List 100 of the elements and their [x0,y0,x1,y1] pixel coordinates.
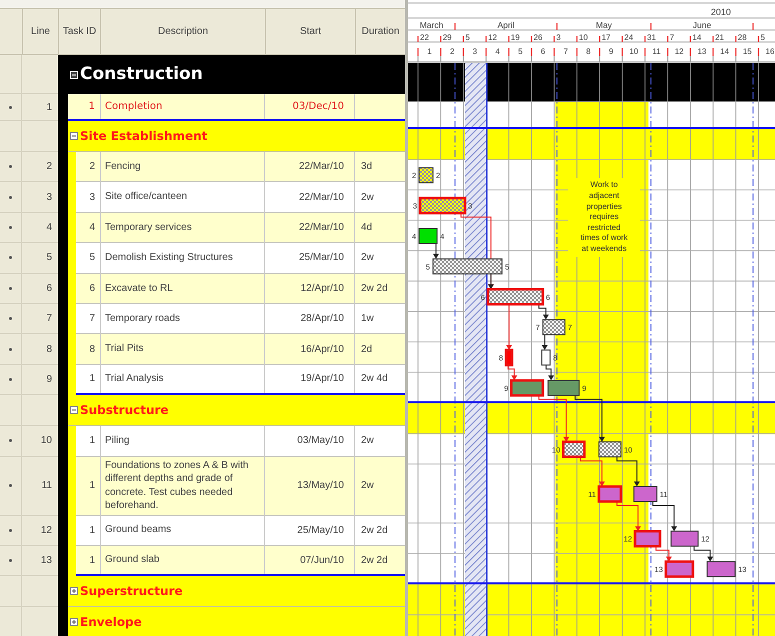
column-header[interactable]: Task ID [58,9,100,54]
week-date: 24 [624,33,634,42]
week-date: 21 [715,33,724,42]
week-number: 11 [652,47,661,56]
group-title: Envelope [80,614,142,632]
table-cell: Completion [100,94,265,119]
group-title: Substructure [80,402,169,420]
row-marker-icon [9,348,12,351]
expand-icon[interactable] [70,587,78,596]
row-marker-icon [9,256,12,260]
week-number: 3 [472,47,478,56]
dependency-arrow [655,546,672,562]
table-cell: Excavate to RL [100,274,265,303]
table-row[interactable]: 5 Demolish Existing Structures 25/Mar/10 2w [76,243,405,274]
week-date: 26 [534,33,542,42]
week-number: 7 [563,47,568,56]
week-date: 5 [760,33,765,42]
collapse-icon[interactable] [70,406,78,414]
dependency-arrow [538,394,570,442]
table-row[interactable]: 7 Temporary roads 28/Apr/10 1w [76,304,405,334]
table-row[interactable]: 4 Temporary services 22/Mar/10 4d [76,212,405,244]
table-cell: 28/Apr/10 [265,304,355,334]
dependency-arrow [616,501,641,532]
table-cell: 12/Apr/10 [265,274,355,303]
table-row[interactable]: 1 Completion 03/Dec/10 [68,94,405,121]
dependency-arrow [616,456,640,487]
week-date: 17 [602,33,610,42]
line-number: 7 [46,312,52,326]
table-cell: Foundations to zones A & B with different depths and grade of concrete. Test cubes needed beforehand. [100,456,265,515]
dependency-arrow [652,501,678,532]
week-number: 4 [495,47,500,56]
table-cell: Ground beams [100,516,265,545]
week-number: 9 [608,47,614,56]
month-label: May [596,20,612,30]
week-date: 5 [465,33,470,42]
table-cell-text: 1 [88,479,96,494]
table-row[interactable]: 8 Trial Pits 16/Apr/10 2d [76,334,405,365]
table-cell: 03/May/10 [265,426,355,456]
week-date: 19 [510,33,520,42]
table-row[interactable]: 2 Fencing 22/Mar/10 3d [76,152,405,182]
row-marker-icon [9,196,12,199]
week-number: 16 [766,47,774,56]
table-row[interactable]: 1 Foundations to zones A & B with different depths and grade of concrete. Test cubes needed beforehand. 13/May/10 2w [76,456,405,516]
table-cell: Fencing [100,152,265,182]
table-cell-text: 1 [88,554,96,568]
table-cell: 19/Apr/10 [265,364,355,394]
table-cell-text: 3d [360,160,374,174]
week-number: 15 [742,47,752,56]
table-cell-text: 2w 2d [360,554,389,568]
dependency-arrow [508,364,518,380]
table-cell-text: 2w [360,479,375,494]
table-cell-text: 2 [88,160,96,174]
table-cell-text: 2w [360,434,375,448]
row-marker-icon [9,165,12,168]
table-row[interactable]: 1 Ground beams 25/May/10 2w 2d [76,516,405,546]
table-row[interactable]: 6 Excavate to RL 12/Apr/10 2w 2d [76,274,405,304]
week-number: 1 [427,47,432,56]
collapse-icon[interactable] [70,132,78,140]
dependency-arrow [546,364,554,380]
week-number: 10 [629,47,638,56]
week-number: 5 [518,47,523,56]
table-cell-text: 7 [88,312,96,326]
week-date: 3 [556,33,561,42]
line-number: 1 [46,100,52,114]
table-row[interactable]: 3 Site office/canteen 22/Mar/10 2w [76,182,405,213]
dependency-arrow [542,334,548,350]
table-row[interactable]: 1 Trial Analysis 19/Apr/10 2w 4d [76,364,405,396]
column-header[interactable]: Description [100,9,265,54]
table-cell: 16/Apr/10 [265,334,355,364]
dependency-arrow [506,304,512,350]
month-label: March [420,20,444,30]
row-marker-icon [9,106,12,108]
week-date: 28 [738,33,747,42]
table-cell-text: 6 [88,282,96,296]
line-number: 2 [46,160,52,174]
line-number: 9 [46,372,52,387]
column-header[interactable]: Line [22,9,58,54]
table-cell-text: 4d [360,220,374,235]
table-cell: Temporary roads [100,304,265,334]
table-cell-text: 5 [88,251,96,266]
week-date: 29 [442,33,452,42]
table-cell-text: 1 [88,372,96,386]
row-marker-icon [9,226,12,229]
table-cell-text: 2w 4d [360,372,389,386]
row-marker-icon [9,559,12,562]
table-row[interactable]: 1 Ground slab 07/Jun/10 2w 2d [76,546,405,576]
table-cell: 25/Mar/10 [265,243,355,273]
week-date: 14 [692,33,702,42]
line-number: 13 [40,554,52,568]
row-marker-icon [9,286,12,290]
table-cell-text: 1 [88,524,96,538]
column-header[interactable]: Start [265,9,355,54]
row-marker-icon [9,439,12,442]
table-cell: 07/Jun/10 [265,546,355,574]
table-cell: 25/May/10 [265,516,355,545]
table-row[interactable]: 1 Piling 03/May/10 2w [76,426,405,457]
expand-icon[interactable] [70,618,78,626]
group-title: Superstructure [80,583,183,600]
week-number: 13 [697,47,706,56]
week-date: 22 [420,33,429,42]
